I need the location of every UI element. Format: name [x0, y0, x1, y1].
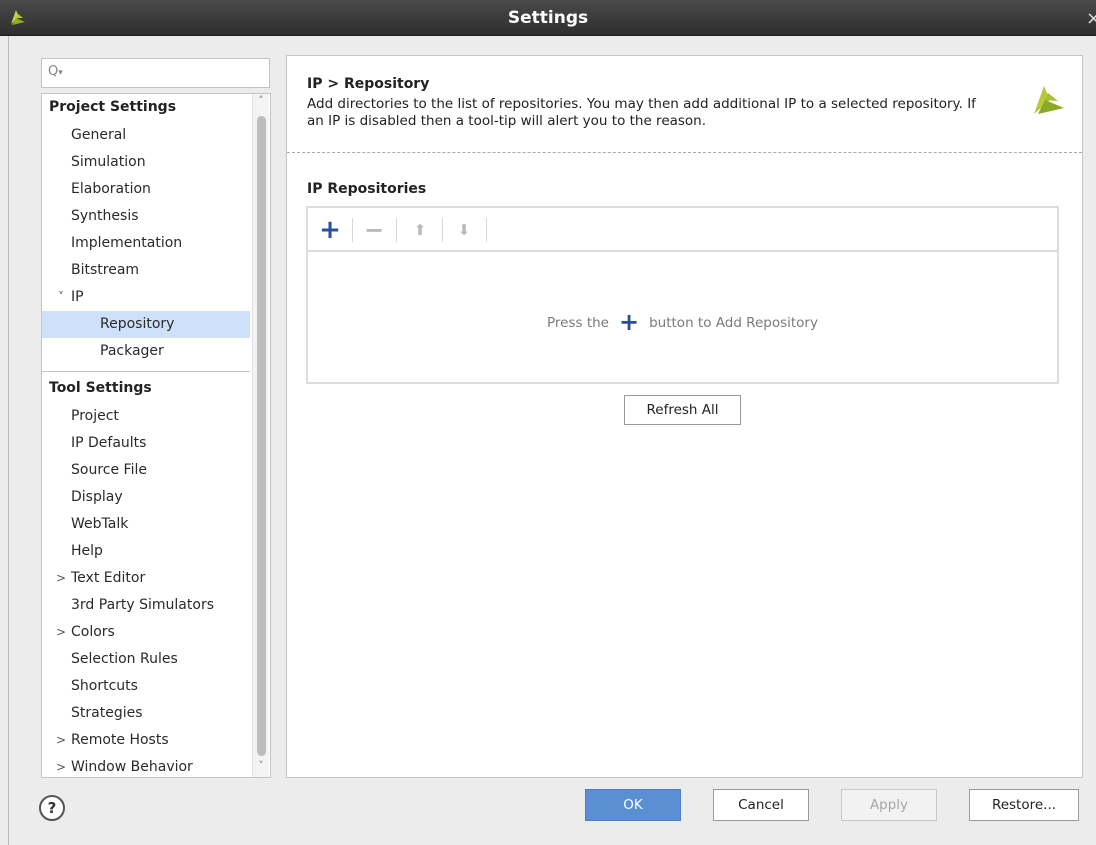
section-divider — [42, 371, 250, 372]
tree-item-selection-rules[interactable]: Selection Rules — [42, 646, 250, 673]
restore-button[interactable]: Restore... — [969, 789, 1079, 821]
tree-item-window-behavior[interactable]: > Window Behavior — [42, 754, 250, 777]
tree-item-label: Bitstream — [71, 262, 140, 278]
tree-item-implementation[interactable]: Implementation — [42, 230, 250, 257]
settings-tree: Project Settings General Simulation Elab… — [41, 93, 271, 778]
search-box[interactable]: Q▾ — [41, 58, 270, 88]
remove-repository-button[interactable]: − — [360, 216, 388, 244]
tree-item-display[interactable]: Display — [42, 484, 250, 511]
tree-item-label: Repository — [100, 316, 175, 332]
window-title: Settings — [507, 8, 589, 28]
tree-item-label: Help — [71, 543, 103, 559]
tree-item-repository[interactable]: Repository — [42, 311, 250, 338]
tree-item-label: Strategies — [71, 705, 143, 721]
chevron-right-icon[interactable]: > — [54, 565, 68, 592]
breadcrumb: IP > Repository — [307, 76, 430, 92]
empty-prefix: Press the — [547, 315, 609, 331]
tree-item-label: Elaboration — [71, 181, 151, 197]
chevron-down-icon[interactable]: ˅ — [54, 284, 68, 311]
search-input[interactable] — [68, 63, 263, 83]
tree-item-label: Colors — [71, 624, 115, 640]
tree-item-label: Window Behavior — [71, 759, 193, 775]
ok-button[interactable]: OK — [585, 789, 681, 821]
project-settings-heading: Project Settings — [49, 99, 177, 115]
plus-icon: + — [618, 308, 640, 336]
cancel-button[interactable]: Cancel — [713, 789, 809, 821]
move-down-icon[interactable]: ⬇ — [450, 216, 478, 244]
tree-item-ip[interactable]: ˅ IP — [42, 284, 250, 311]
refresh-all-button[interactable]: Refresh All — [624, 395, 741, 425]
toolbar-separator — [486, 218, 487, 242]
tree-item-strategies[interactable]: Strategies — [42, 700, 250, 727]
tree-item-label: Synthesis — [71, 208, 139, 224]
toolbar-separator — [352, 218, 353, 242]
empty-suffix: button to Add Repository — [649, 315, 818, 331]
title-bar: Settings × — [0, 0, 1096, 36]
toolbar-separator — [442, 218, 443, 242]
repository-toolbar: + − ⬆ ⬇ — [308, 208, 1057, 252]
scroll-up-icon[interactable]: ˄ — [253, 94, 269, 110]
tree-scrollbar[interactable]: ˄ ˅ — [252, 94, 269, 777]
tree-item-simulation[interactable]: Simulation — [42, 149, 250, 176]
close-icon[interactable]: × — [1086, 8, 1096, 29]
tree-item-label: General — [71, 127, 127, 143]
tree-item-webtalk[interactable]: WebTalk — [42, 511, 250, 538]
tree-item-3rd-party-simulators[interactable]: 3rd Party Simulators — [42, 592, 250, 619]
tree-item-colors[interactable]: > Colors — [42, 619, 250, 646]
tree-item-label: IP Defaults — [71, 435, 147, 451]
tree-item-label: Implementation — [71, 235, 183, 251]
tree-item-label: Display — [71, 489, 123, 505]
move-up-icon[interactable]: ⬆ — [406, 216, 434, 244]
tree-item-elaboration[interactable]: Elaboration — [42, 176, 250, 203]
tree-item-remote-hosts[interactable]: > Remote Hosts — [42, 727, 250, 754]
settings-dialog: Q▾ Project Settings General Simulation E… — [8, 36, 1096, 845]
tree-item-label: WebTalk — [71, 516, 129, 532]
tree-item-synthesis[interactable]: Synthesis — [42, 203, 250, 230]
tree-item-ip-defaults[interactable]: IP Defaults — [42, 430, 250, 457]
tree-item-label: Project — [71, 408, 119, 424]
scroll-down-icon[interactable]: ˅ — [253, 759, 269, 775]
page-description: Add directories to the list of repositor… — [307, 96, 976, 129]
chevron-right-icon[interactable]: > — [54, 754, 68, 777]
tree-item-label: Selection Rules — [71, 651, 178, 667]
tree-item-label: Text Editor — [71, 570, 146, 586]
help-icon[interactable]: ? — [39, 795, 65, 821]
ip-repositories-heading: IP Repositories — [307, 181, 427, 197]
header-separator — [287, 152, 1082, 153]
tree-item-label: Simulation — [71, 154, 146, 170]
chevron-right-icon[interactable]: > — [54, 619, 68, 646]
tree-item-label: Packager — [100, 343, 164, 359]
repository-list[interactable]: + − ⬆ ⬇ Press the + button to Add Reposito… — [306, 206, 1059, 384]
tree-item-packager[interactable]: Packager — [42, 338, 250, 365]
tree-item-label: Shortcuts — [71, 678, 138, 694]
tree-item-label: Remote Hosts — [71, 732, 169, 748]
content-panel: IP > Repository Add directories to the l… — [286, 55, 1083, 778]
tree-item-label: Source File — [71, 462, 147, 478]
tree-item-label: 3rd Party Simulators — [71, 597, 214, 613]
chevron-right-icon[interactable]: > — [54, 727, 68, 754]
toolbar-separator — [396, 218, 397, 242]
vivado-logo-icon — [1034, 86, 1064, 114]
tree-item-source-file[interactable]: Source File — [42, 457, 250, 484]
scrollbar-thumb[interactable] — [257, 116, 266, 756]
tree-item-bitstream[interactable]: Bitstream — [42, 257, 250, 284]
tool-settings-heading: Tool Settings — [49, 380, 152, 396]
tree-item-project[interactable]: Project — [42, 403, 250, 430]
add-repository-button[interactable]: + — [316, 216, 344, 244]
tree-item-shortcuts[interactable]: Shortcuts — [42, 673, 250, 700]
tree-item-general[interactable]: General — [42, 122, 250, 149]
tree-item-label: IP — [71, 289, 84, 305]
apply-button[interactable]: Apply — [841, 789, 937, 821]
tree-item-text-editor[interactable]: > Text Editor — [42, 565, 250, 592]
tree-item-help[interactable]: Help — [42, 538, 250, 565]
search-icon: Q▾ — [48, 64, 63, 79]
empty-state-message: Press the + button to Add Repository — [308, 308, 1057, 336]
